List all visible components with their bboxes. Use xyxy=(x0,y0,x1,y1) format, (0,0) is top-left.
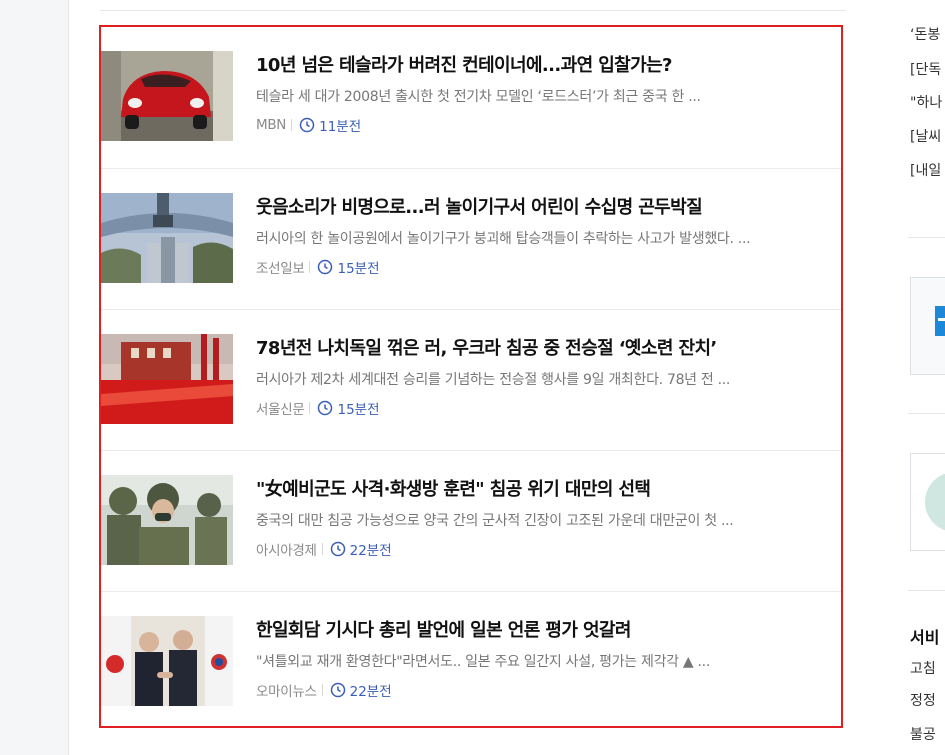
red-car-photo xyxy=(101,51,233,141)
news-description[interactable]: "셔틀외교 재개 환영한다"라면서도.. 일본 주요 일간지 사설, 평가는 제… xyxy=(256,651,836,671)
top-divider xyxy=(100,10,846,11)
sidebar-link[interactable]: 불공 xyxy=(910,724,936,744)
news-item[interactable]: 웃음소리가 비명으로...러 놀이기구서 어린이 수십명 곤두박질 러시아의 한… xyxy=(101,168,841,310)
timestamp: 22분전 xyxy=(330,539,392,559)
sidebar-divider xyxy=(908,590,945,591)
news-item[interactable]: 10년 넘은 테슬라가 버려진 컨테이너에...과연 입찰가는? 테슬라 세 대… xyxy=(101,27,841,168)
news-description[interactable]: 테슬라 세 대가 2008년 출시한 첫 전기차 모델인 ‘로드스터’가 최근 … xyxy=(256,86,836,106)
meta-divider xyxy=(321,684,323,696)
news-description[interactable]: 중국의 대만 침공 가능성으로 양국 간의 군사적 긴장이 고조된 가운데 대만… xyxy=(256,510,836,530)
time-text: 11분전 xyxy=(319,119,362,135)
news-title[interactable]: 웃음소리가 비명으로...러 놀이기구서 어린이 수십명 곤두박질 xyxy=(256,193,836,219)
news-thumbnail[interactable] xyxy=(101,475,233,565)
news-meta: 서울신문 15분전 xyxy=(256,398,380,418)
timestamp: 22분전 xyxy=(330,680,392,700)
news-title[interactable]: 10년 넘은 테슬라가 버려진 컨테이너에...과연 입찰가는? xyxy=(256,51,836,77)
news-item[interactable]: 한일회담 기시다 총리 발언에 일본 언론 평가 엇갈려 "셔틀외교 재개 환영… xyxy=(101,591,841,733)
press-name[interactable]: 오마이뉴스 xyxy=(256,680,317,700)
meta-divider xyxy=(309,402,311,414)
news-item[interactable]: "女예비군도 사격·화생방 훈련" 침공 위기 대만의 선택 중국의 대만 침공… xyxy=(101,450,841,592)
clock-icon xyxy=(330,682,345,698)
clock-icon xyxy=(318,400,333,416)
news-title[interactable]: "女예비군도 사격·화생방 훈련" 침공 위기 대만의 선택 xyxy=(256,475,836,501)
time-text: 15분전 xyxy=(337,261,380,277)
clock-icon xyxy=(299,117,315,133)
news-thumbnail[interactable] xyxy=(101,51,233,141)
amusement-ride-photo xyxy=(101,193,233,283)
time-text: 22분전 xyxy=(349,684,392,700)
sidebar-banner[interactable] xyxy=(910,277,945,375)
sidebar-link[interactable]: ‘돈봉 xyxy=(910,24,940,44)
sidebar-link[interactable]: [날씨 xyxy=(910,126,941,146)
news-description[interactable]: 러시아가 제2차 세계대전 승리를 기념하는 전승절 행사를 9일 개최한다. … xyxy=(256,369,836,389)
clock-icon xyxy=(330,541,345,557)
press-name[interactable]: 조선일보 xyxy=(256,257,305,277)
press-name[interactable]: 서울신문 xyxy=(256,398,305,418)
news-meta: 조선일보 15분전 xyxy=(256,257,380,277)
time-text: 22분전 xyxy=(349,543,392,559)
news-meta: 오마이뉴스 22분전 xyxy=(256,680,392,700)
news-thumbnail[interactable] xyxy=(101,334,233,424)
news-title[interactable]: 한일회담 기시다 총리 발언에 일본 언론 평가 엇갈려 xyxy=(256,616,836,642)
sidebar-link[interactable]: 정정 xyxy=(910,690,936,710)
sidebar-divider xyxy=(908,413,945,414)
sidebar-link[interactable]: 고침 xyxy=(910,658,936,678)
news-description[interactable]: 러시아의 한 놀이공원에서 놀이기구가 붕괴해 탑승객들이 추락하는 사고가 발… xyxy=(256,228,836,248)
banner-icon xyxy=(935,306,945,336)
sidebar-link[interactable]: [단독 xyxy=(910,59,941,79)
news-title[interactable]: 78년전 나치독일 꺾은 러, 우크라 침공 중 전승절 ‘옛소련 잔치’ xyxy=(256,334,836,360)
news-meta: 아시아경제 22분전 xyxy=(256,539,392,559)
news-thumbnail[interactable] xyxy=(101,193,233,283)
red-square-photo xyxy=(101,334,233,424)
time-text: 15분전 xyxy=(337,402,380,418)
banner-icon xyxy=(925,473,945,531)
sidebar-banner[interactable] xyxy=(910,453,945,551)
sidebar-heading: 서비 xyxy=(910,628,940,647)
sidebar-link[interactable]: [내일 xyxy=(910,160,941,180)
soldiers-photo xyxy=(101,475,233,565)
timestamp: 11분전 xyxy=(299,115,361,135)
clock-icon xyxy=(318,259,333,275)
sidebar-divider xyxy=(908,237,945,238)
timestamp: 15분전 xyxy=(317,257,380,277)
news-thumbnail[interactable] xyxy=(101,616,233,706)
press-name[interactable]: MBN xyxy=(256,117,286,133)
summit-handshake-photo xyxy=(101,616,233,706)
meta-divider xyxy=(321,543,323,555)
meta-divider xyxy=(309,261,311,273)
sidebar-link[interactable]: "하나 xyxy=(910,92,942,112)
news-item[interactable]: 78년전 나치독일 꺾은 러, 우크라 침공 중 전승절 ‘옛소련 잔치’ 러시… xyxy=(101,309,841,451)
news-meta: MBN 11분전 xyxy=(256,115,361,135)
right-sidebar: ‘돈봉 [단독 "하나 [날씨 [내일 서비 고침 정정 불공 xyxy=(878,0,945,755)
timestamp: 15분전 xyxy=(317,398,380,418)
meta-divider xyxy=(291,119,293,131)
press-name[interactable]: 아시아경제 xyxy=(256,539,317,559)
news-list-highlight: 10년 넘은 테슬라가 버려진 컨테이너에...과연 입찰가는? 테슬라 세 대… xyxy=(99,25,843,728)
